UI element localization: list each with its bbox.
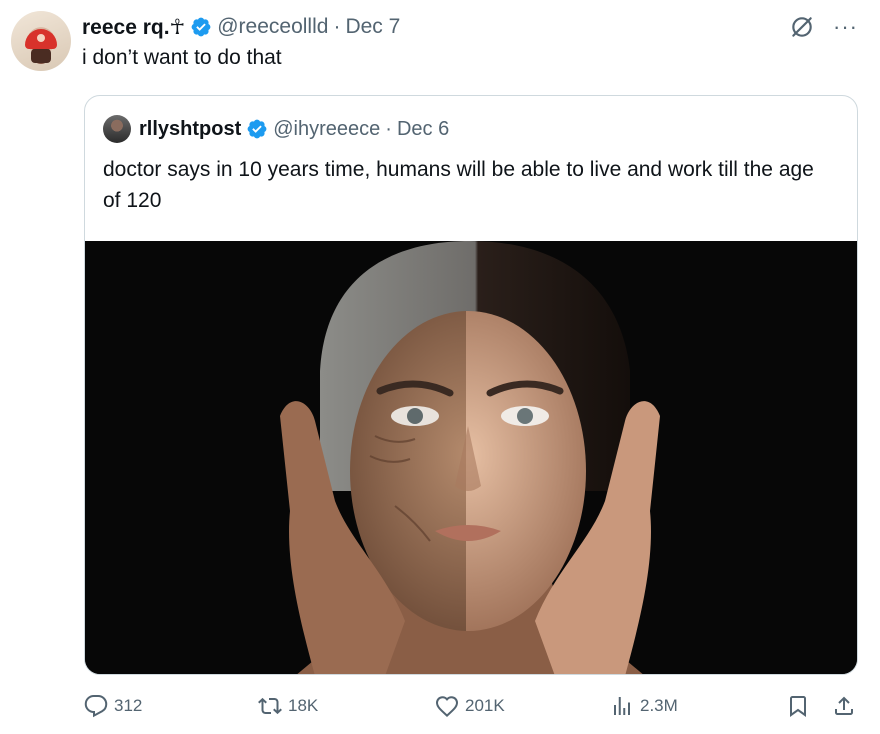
- views-icon: [614, 697, 630, 715]
- views-button[interactable]: 2.3M: [610, 694, 678, 718]
- view-count: 2.3M: [640, 696, 678, 715]
- separator-dot: ·: [385, 117, 392, 140]
- like-count: 201K: [465, 696, 505, 715]
- like-button[interactable]: 201K: [435, 694, 505, 718]
- bookmark-icon: [790, 696, 806, 717]
- tweet-text: i don’t want to do that: [82, 46, 282, 69]
- share-icon: [835, 696, 853, 715]
- quoted-tweet-text: doctor says in 10 years time, humans wil…: [103, 158, 814, 212]
- author-avatar[interactable]: [11, 11, 71, 71]
- tweet-header: reece rq.☥ @reeceollld · Dec 7: [82, 14, 400, 40]
- separator-dot: ·: [333, 15, 341, 38]
- quoted-tweet-image[interactable]: [85, 241, 858, 675]
- repost-icon: [258, 697, 282, 715]
- quoted-tweet-date: Dec 6: [396, 117, 450, 140]
- tweet-date[interactable]: Dec 7: [345, 15, 400, 39]
- grok-icon[interactable]: [789, 14, 815, 40]
- tweet-actions: 312 18K 201K 2.3M: [0, 694, 880, 724]
- repost-button[interactable]: 18K: [258, 694, 318, 718]
- verified-badge-icon: [247, 119, 267, 139]
- share-button[interactable]: [832, 694, 856, 718]
- tweet-top-actions: ···: [789, 14, 858, 40]
- like-icon: [435, 696, 459, 717]
- quoted-author-handle: @ihyreeece: [273, 117, 381, 140]
- quoted-author-avatar: [103, 115, 131, 143]
- reply-button[interactable]: 312: [84, 694, 142, 718]
- avatar-face-mask: [31, 49, 51, 63]
- quoted-tweet-header: rllyshtpost @ihyreeece · Dec 6: [103, 115, 450, 143]
- more-icon[interactable]: ···: [833, 16, 858, 38]
- quoted-author-name: rllyshtpost: [139, 117, 242, 140]
- quoted-tweet[interactable]: rllyshtpost @ihyreeece · Dec 6 doctor sa…: [84, 95, 858, 675]
- verified-badge-icon: [191, 17, 211, 37]
- avatar-cap: [25, 29, 57, 49]
- reply-icon: [84, 695, 108, 718]
- reply-count: 312: [114, 696, 143, 715]
- author-handle[interactable]: @reeceollld: [217, 15, 328, 39]
- repost-count: 18K: [288, 696, 319, 715]
- author-name[interactable]: reece rq.☥: [82, 15, 185, 40]
- bookmark-button[interactable]: [786, 694, 810, 718]
